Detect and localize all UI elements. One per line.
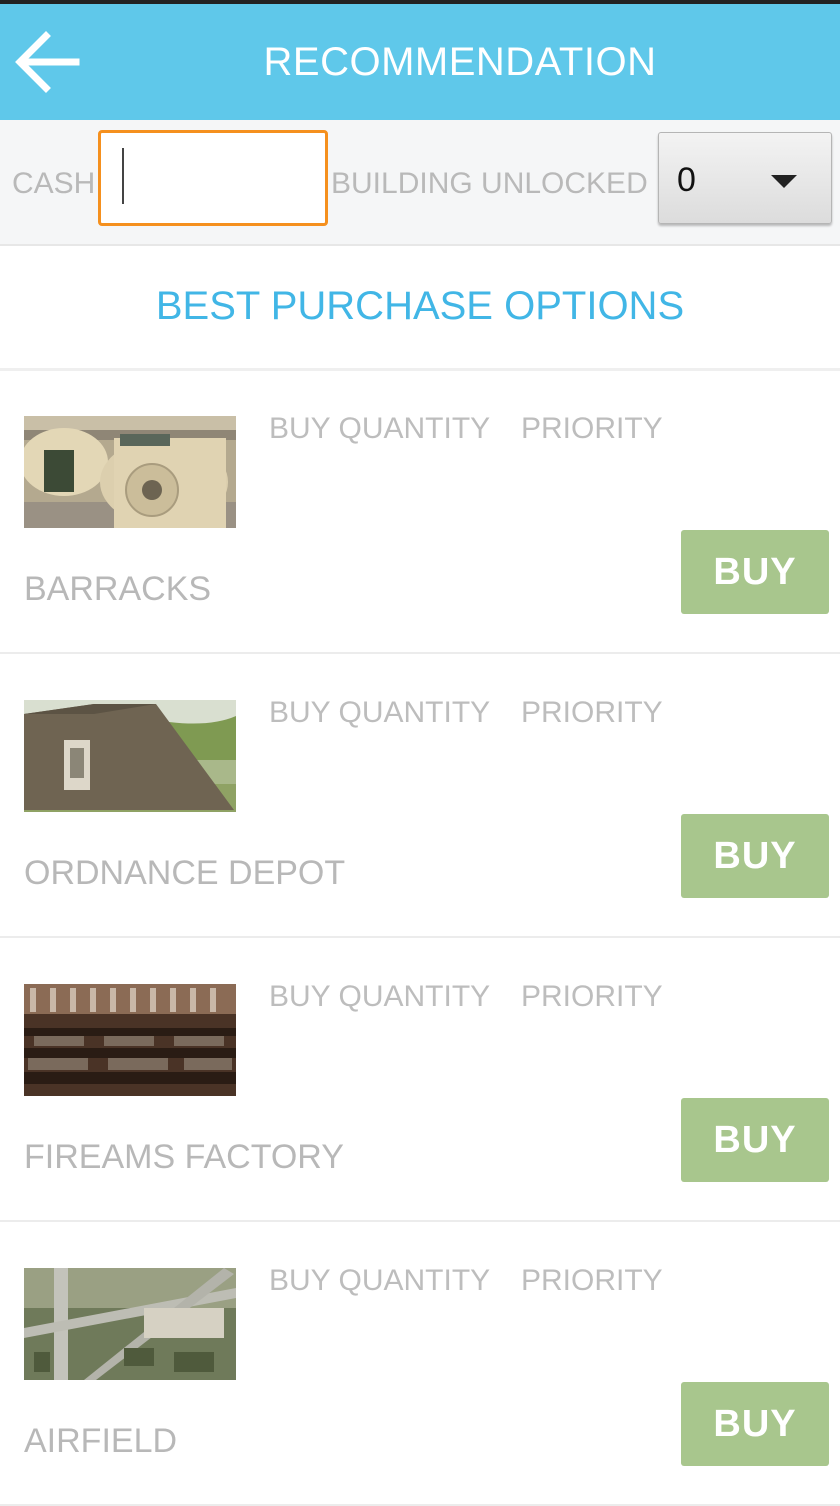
- buy-quantity-label: BUY QUANTITY: [269, 696, 491, 729]
- list-item: BUY QUANTITY PRIORITY ORDNANCE DEPOT BUY: [0, 654, 840, 938]
- cash-input[interactable]: [98, 130, 328, 226]
- list-item: BUY QUANTITY PRIORITY BARRACKS BUY: [0, 370, 840, 654]
- page-title: RECOMMENDATION: [263, 40, 657, 84]
- building-name: AIRFIELD: [24, 1422, 178, 1460]
- recommendation-list: BUY QUANTITY PRIORITY BARRACKS BUY BUY Q…: [0, 370, 840, 1506]
- buy-quantity-label: BUY QUANTITY: [269, 1264, 491, 1297]
- building-unlocked-select[interactable]: 0: [658, 132, 832, 224]
- buy-quantity-label: BUY QUANTITY: [269, 412, 491, 445]
- building-name: ORDNANCE DEPOT: [24, 854, 346, 892]
- cash-label: CASH: [12, 167, 96, 200]
- building-unlocked-label: BUILDING UNLOCKED: [331, 167, 648, 200]
- building-unlocked-value: 0: [677, 161, 696, 199]
- building-thumbnail: [24, 984, 236, 1096]
- priority-label: PRIORITY: [521, 696, 663, 729]
- building-thumbnail: [24, 1268, 236, 1380]
- buy-button[interactable]: BUY: [681, 814, 829, 898]
- list-item: BUY QUANTITY PRIORITY AIRFIELD BUY: [0, 1222, 840, 1506]
- buy-button[interactable]: BUY: [681, 1098, 829, 1182]
- buy-button[interactable]: BUY: [681, 530, 829, 614]
- buy-quantity-label: BUY QUANTITY: [269, 980, 491, 1013]
- app-bar: RECOMMENDATION: [0, 4, 840, 120]
- priority-label: PRIORITY: [521, 412, 663, 445]
- building-thumbnail: [24, 700, 236, 812]
- building-thumbnail: [24, 416, 236, 528]
- list-item: BUY QUANTITY PRIORITY FIREAMS FACTORY BU…: [0, 938, 840, 1222]
- section-title-text: BEST PURCHASE OPTIONS: [155, 283, 685, 328]
- priority-label: PRIORITY: [521, 980, 663, 1013]
- section-title: BEST PURCHASE OPTIONS: [0, 244, 840, 371]
- buy-button[interactable]: BUY: [681, 1382, 829, 1466]
- building-name: FIREAMS FACTORY: [24, 1138, 344, 1176]
- building-name: BARRACKS: [24, 570, 212, 608]
- caret-down-icon: [771, 175, 797, 188]
- filter-bar: CASH BUILDING UNLOCKED 0: [0, 120, 840, 246]
- priority-label: PRIORITY: [521, 1264, 663, 1297]
- text-caret: [122, 148, 124, 204]
